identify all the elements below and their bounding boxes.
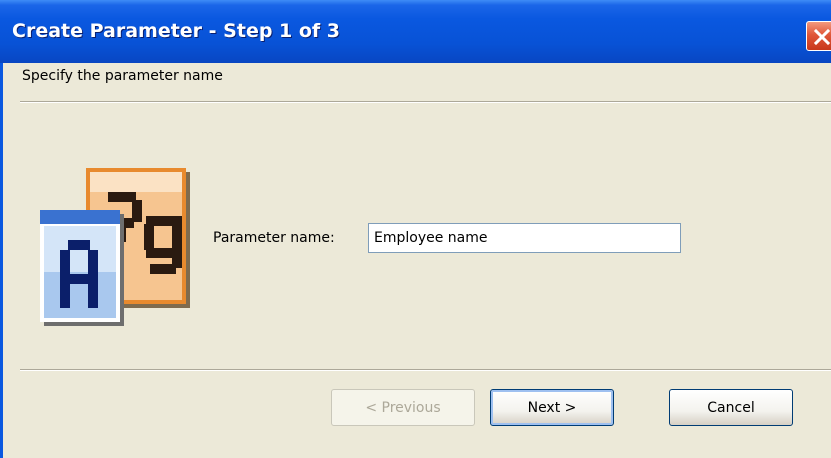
next-button[interactable]: Next > bbox=[490, 389, 614, 426]
parameter-text-icon bbox=[40, 168, 190, 326]
previous-button[interactable]: < Previous bbox=[331, 389, 475, 426]
create-parameter-dialog: Create Parameter - Step 1 of 3 Specify t… bbox=[0, 0, 831, 458]
footer-divider bbox=[20, 369, 831, 371]
parameter-name-label: Parameter name: bbox=[213, 230, 335, 246]
cancel-button[interactable]: Cancel bbox=[669, 389, 793, 426]
window-title: Create Parameter - Step 1 of 3 bbox=[12, 20, 341, 42]
step-subtitle: Specify the parameter name bbox=[22, 68, 223, 84]
close-icon bbox=[813, 28, 831, 46]
parameter-name-input[interactable] bbox=[368, 223, 681, 253]
close-button[interactable] bbox=[806, 21, 831, 51]
title-bar[interactable]: Create Parameter - Step 1 of 3 bbox=[0, 0, 831, 63]
header-divider bbox=[20, 101, 831, 103]
window-frame bbox=[0, 63, 3, 458]
